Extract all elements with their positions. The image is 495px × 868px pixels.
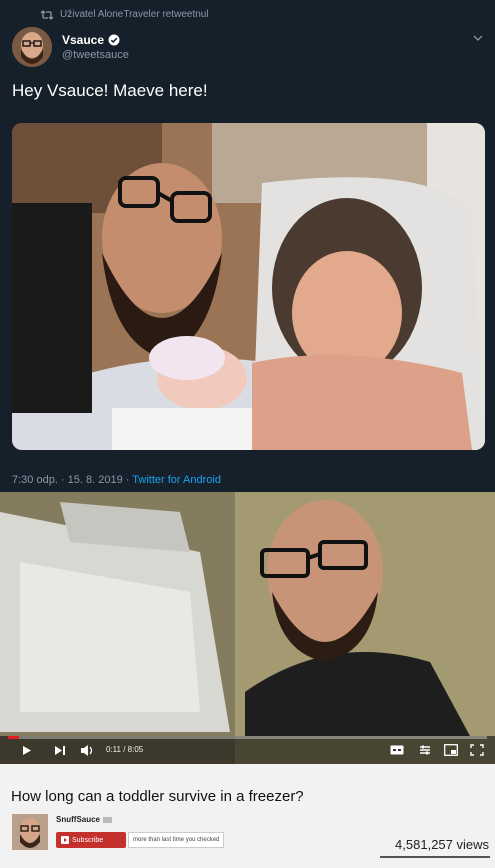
captions-icon[interactable] <box>390 745 404 755</box>
tweet-meta: 7:30 odp. · 15. 8. 2019 · Twitter for An… <box>12 474 221 486</box>
subscriber-count: more than last time you checked <box>128 832 225 848</box>
youtube-play-icon <box>61 836 69 844</box>
video-frame <box>0 492 495 764</box>
hospital-photo <box>12 123 485 450</box>
verified-icon <box>108 34 120 46</box>
video-title[interactable]: How long can a toddler survive in a free… <box>11 788 304 805</box>
author-name[interactable]: Vsauce <box>62 33 104 47</box>
chevron-down-icon[interactable] <box>472 33 484 43</box>
settings-icon[interactable] <box>418 744 432 756</box>
progress-fill <box>8 736 20 739</box>
views-divider <box>380 856 490 858</box>
subscribe-label: Subscribe <box>72 836 104 844</box>
video-controls: 0:11 / 8:05 <box>0 736 495 764</box>
retweet-icon <box>40 10 54 20</box>
tweet-card[interactable]: Uživatel AloneTraveler retweetnul Vsauce… <box>0 0 495 492</box>
tweet-photo[interactable] <box>12 123 485 450</box>
channel-avatar[interactable] <box>12 814 48 850</box>
author-avatar[interactable] <box>12 27 52 67</box>
avatar-image <box>12 27 52 67</box>
miniplayer-icon[interactable] <box>444 744 458 756</box>
volume-icon[interactable] <box>80 744 96 757</box>
tweet-text: Hey Vsauce! Maeve here! <box>12 81 208 100</box>
channel-badge-icon <box>103 816 113 823</box>
retweet-label: Uživatel AloneTraveler retweetnul <box>60 9 209 20</box>
next-icon[interactable] <box>54 745 66 756</box>
author-handle[interactable]: @tweetsauce <box>62 49 129 61</box>
video-player[interactable]: 0:11 / 8:05 <box>0 492 495 764</box>
tweet-timestamp[interactable]: 7:30 odp. · 15. 8. 2019 · <box>12 474 129 486</box>
subscribe-button[interactable]: Subscribe <box>56 832 126 848</box>
play-icon[interactable] <box>22 745 32 756</box>
tweet-source-link[interactable]: Twitter for Android <box>132 474 221 486</box>
view-count: 4,581,257 views <box>395 837 489 852</box>
channel-name[interactable]: SnuffSauce <box>56 815 113 824</box>
channel-avatar-image <box>12 814 48 850</box>
video-time: 0:11 / 8:05 <box>106 745 144 754</box>
video-info: How long can a toddler survive in a free… <box>0 764 495 868</box>
fullscreen-icon[interactable] <box>470 744 484 756</box>
channel-name-text[interactable]: SnuffSauce <box>56 815 100 824</box>
author-name-row[interactable]: Vsauce <box>62 33 120 47</box>
progress-bar[interactable] <box>8 736 487 739</box>
